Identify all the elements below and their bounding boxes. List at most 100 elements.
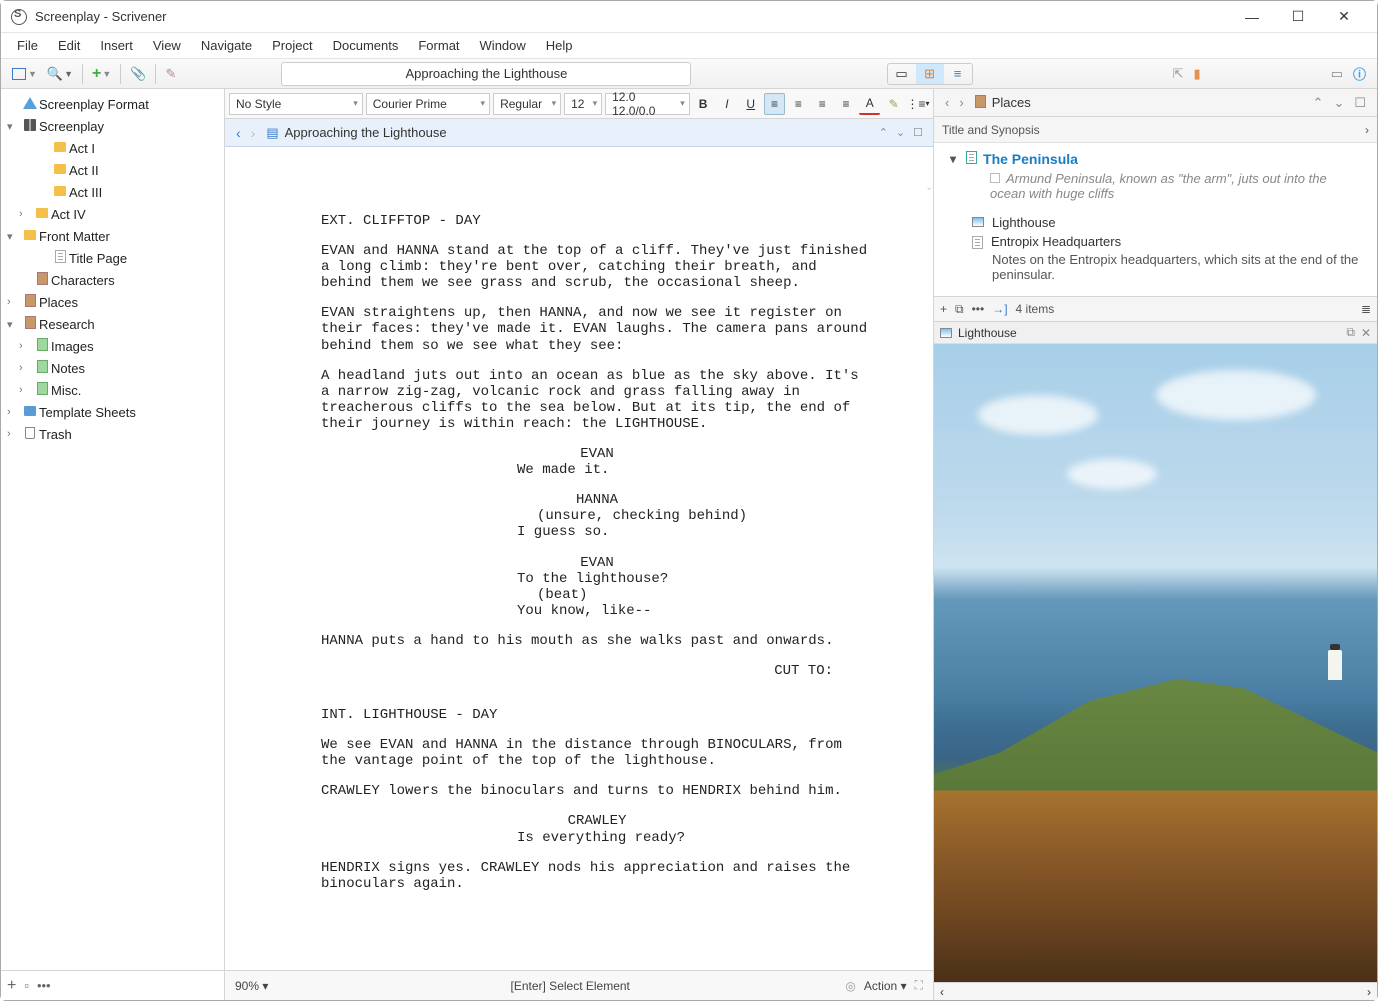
italic-button[interactable]: I xyxy=(717,93,738,115)
list-button[interactable]: ⋮≡▾ xyxy=(907,93,929,115)
binder-item-research[interactable]: ▾Research xyxy=(1,313,224,335)
menu-file[interactable]: File xyxy=(7,35,48,56)
screenplay-line[interactable]: EVAN straightens up, then HANNA, and now… xyxy=(321,305,873,353)
layout-button[interactable]: ▼ xyxy=(8,65,41,83)
screenplay-line[interactable]: Is everything ready? xyxy=(437,830,757,846)
screenplay-line[interactable]: (unsure, checking behind) xyxy=(437,508,757,524)
menu-view[interactable]: View xyxy=(143,35,191,56)
binder-item-characters[interactable]: Characters xyxy=(1,269,224,291)
editor-body[interactable]: EXT. CLIFFTOP - DAY EVAN and HANNA stand … xyxy=(225,147,933,970)
add-button[interactable]: +▼ xyxy=(88,62,115,86)
style-combo[interactable]: No Style xyxy=(229,93,363,115)
menu-documents[interactable]: Documents xyxy=(323,35,409,56)
align-right-button[interactable]: ≡ xyxy=(812,93,833,115)
binder-item-act-iii[interactable]: Act III xyxy=(1,181,224,203)
text-color-button[interactable]: A xyxy=(859,93,880,115)
screenplay-line[interactable]: EVAN and HANNA stand at the top of a cli… xyxy=(321,243,873,291)
screenplay-line[interactable]: INT. LIGHTHOUSE - DAY xyxy=(321,707,873,723)
screenplay-line[interactable]: To the lighthouse? xyxy=(437,571,757,587)
highlight-button[interactable]: ✎ xyxy=(883,93,904,115)
scroll-up-icon[interactable]: ˇ xyxy=(927,187,931,199)
screenplay-line[interactable]: EXT. CLIFFTOP - DAY xyxy=(321,213,873,229)
nav-up-button[interactable]: ⌃ xyxy=(875,126,892,139)
insp-up-button[interactable]: ⌃ xyxy=(1308,95,1329,111)
screenplay-line[interactable]: We made it. xyxy=(437,462,757,478)
binder-item-template-sheets[interactable]: ›Template Sheets xyxy=(1,401,224,423)
insp-close-button[interactable]: ☐ xyxy=(1349,95,1371,111)
share-button[interactable]: ⇱ xyxy=(1169,63,1188,85)
outline-child[interactable]: Entropix Headquarters xyxy=(934,230,1377,252)
close-button[interactable]: ✕ xyxy=(1321,1,1367,33)
binder-item-misc.[interactable]: ›Misc. xyxy=(1,379,224,401)
outline-root[interactable]: ▾ The Peninsula xyxy=(934,149,1377,169)
binder-item-act-i[interactable]: Act I xyxy=(1,137,224,159)
target-icon[interactable]: ◎ xyxy=(845,979,855,993)
binder-item-images[interactable]: ›Images xyxy=(1,335,224,357)
img-popout-icon[interactable]: ⧉ xyxy=(1346,325,1355,340)
binder-new-folder-button[interactable]: ▫ xyxy=(24,978,29,993)
expand-icon[interactable]: ⛶ xyxy=(915,978,923,993)
document-title-box[interactable]: Approaching the Lighthouse xyxy=(281,62,691,86)
screenplay-line[interactable]: I guess so. xyxy=(437,524,757,540)
binder-item-front-matter[interactable]: ▾Front Matter xyxy=(1,225,224,247)
split-button[interactable]: ☐ xyxy=(909,126,927,139)
screenplay-line[interactable]: CRAWLEY lowers the binoculars and turns … xyxy=(321,783,873,799)
bold-button[interactable]: B xyxy=(693,93,714,115)
menu-format[interactable]: Format xyxy=(408,35,469,56)
attach-button[interactable]: 📎 xyxy=(126,63,150,85)
binder-item-screenplay-format[interactable]: Screenplay Format xyxy=(1,93,224,115)
insp-add-button[interactable]: + xyxy=(940,302,947,316)
insp-scroll-left-icon[interactable]: ‹ xyxy=(940,985,944,999)
insp-goto-button[interactable]: →] xyxy=(992,302,1007,316)
insp-duplicate-button[interactable]: ⧉ xyxy=(955,302,964,317)
font-combo[interactable]: Courier Prime xyxy=(366,93,490,115)
screenplay-line[interactable]: You know, like-- xyxy=(437,603,757,619)
minimize-button[interactable]: ― xyxy=(1229,1,1275,33)
section-chevron-icon[interactable]: › xyxy=(1365,123,1369,137)
view-single-button[interactable]: ▭ xyxy=(888,64,916,84)
menu-navigate[interactable]: Navigate xyxy=(191,35,262,56)
insp-more-button[interactable]: ••• xyxy=(972,302,985,316)
nav-forward-button[interactable]: › xyxy=(246,125,261,141)
binder-item-places[interactable]: ›Places xyxy=(1,291,224,313)
binder-item-trash[interactable]: ›Trash xyxy=(1,423,224,445)
screenplay-line[interactable]: We see EVAN and HANNA in the distance th… xyxy=(321,737,873,769)
align-center-button[interactable]: ≡ xyxy=(788,93,809,115)
screenplay-line[interactable]: EVAN xyxy=(497,555,697,571)
search-button[interactable]: 🔍▼ xyxy=(43,63,77,85)
screenplay-line[interactable]: HANNA puts a hand to his mouth as she wa… xyxy=(321,633,873,649)
binder-item-act-ii[interactable]: Act II xyxy=(1,159,224,181)
inspector-toggle[interactable]: ▭ xyxy=(1327,63,1347,85)
binder-item-title-page[interactable]: Title Page xyxy=(1,247,224,269)
menu-help[interactable]: Help xyxy=(536,35,583,56)
spacing-combo[interactable]: 12.0 12.0/0.0 xyxy=(605,93,690,115)
menu-window[interactable]: Window xyxy=(470,35,536,56)
size-combo[interactable]: 12 xyxy=(564,93,602,115)
menu-project[interactable]: Project xyxy=(262,35,322,56)
zoom-control[interactable]: 90% ▾ xyxy=(235,979,295,993)
info-button[interactable]: ⓘ xyxy=(1349,61,1370,86)
insp-down-button[interactable]: ⌄ xyxy=(1328,95,1349,111)
nav-down-button[interactable]: ⌄ xyxy=(892,126,909,139)
view-outline-button[interactable]: ≡ xyxy=(944,64,972,84)
screenplay-line[interactable]: HANNA xyxy=(497,492,697,508)
screenplay-line[interactable]: A headland juts out into an ocean as blu… xyxy=(321,368,873,432)
insp-forward-button[interactable]: › xyxy=(954,95,968,110)
weight-combo[interactable]: Regular xyxy=(493,93,561,115)
underline-button[interactable]: U xyxy=(740,93,761,115)
binder-item-act-iv[interactable]: ›Act IV xyxy=(1,203,224,225)
view-cork-button[interactable]: ⊞ xyxy=(916,64,944,84)
align-left-button[interactable]: ≡ xyxy=(764,93,785,115)
img-close-icon[interactable]: ✕ xyxy=(1361,326,1371,340)
screenplay-line[interactable]: HENDRIX signs yes. CRAWLEY nods his appr… xyxy=(321,860,873,892)
binder-item-notes[interactable]: ›Notes xyxy=(1,357,224,379)
nav-back-button[interactable]: ‹ xyxy=(231,125,246,141)
screenplay-line[interactable]: CRAWLEY xyxy=(497,813,697,829)
insp-back-button[interactable]: ‹ xyxy=(940,95,954,110)
insp-list-icon[interactable]: ≣ xyxy=(1361,302,1371,316)
insp-scroll-right-icon[interactable]: › xyxy=(1367,985,1371,999)
align-justify-button[interactable]: ≡ xyxy=(836,93,857,115)
binder-item-screenplay[interactable]: ▾Screenplay xyxy=(1,115,224,137)
compose-button[interactable]: ✎ xyxy=(161,63,180,85)
maximize-button[interactable]: ☐ xyxy=(1275,1,1321,33)
